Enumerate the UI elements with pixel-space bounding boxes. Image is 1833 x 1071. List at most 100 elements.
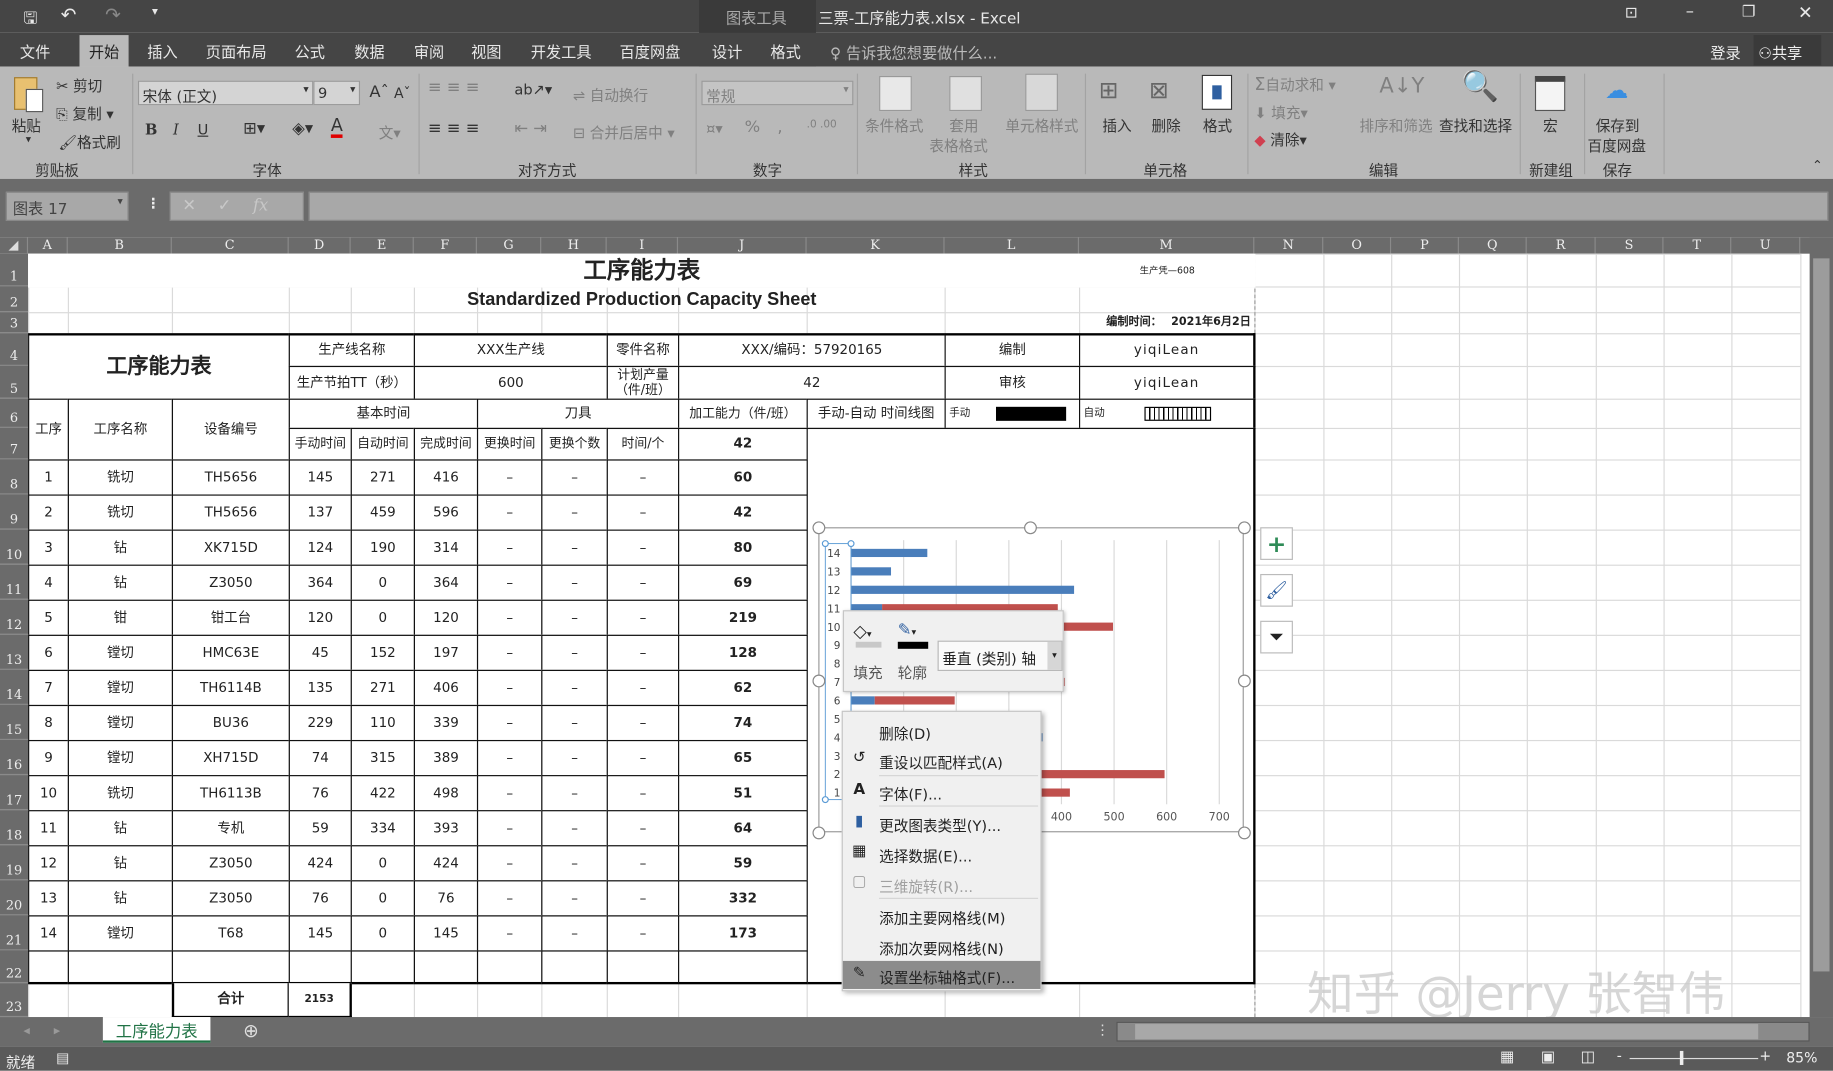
- save-icon[interactable]: 🖫: [23, 6, 37, 34]
- insert-function-button[interactable]: fx: [253, 196, 268, 215]
- table-format-icon[interactable]: [949, 75, 982, 112]
- row-header-14[interactable]: 14: [0, 669, 29, 705]
- close-icon[interactable]: ✕: [1798, 2, 1813, 23]
- resize-handle[interactable]: [1237, 825, 1251, 839]
- paste-button[interactable]: 粘贴: [12, 113, 41, 135]
- name-box[interactable]: 图表 17 ▾: [5, 191, 129, 221]
- row-header-20[interactable]: 20: [0, 880, 29, 916]
- row-header-10[interactable]: 10: [0, 529, 29, 565]
- column-header-N[interactable]: N: [1254, 237, 1324, 254]
- context-menu-item[interactable]: ↺ 重设以匹配样式(A): [843, 746, 1041, 774]
- column-header-O[interactable]: O: [1323, 237, 1392, 254]
- insert-cells-icon[interactable]: ⊞: [1099, 76, 1119, 104]
- tab-2[interactable]: 插入: [147, 40, 177, 62]
- tab-7[interactable]: 视图: [471, 40, 501, 62]
- align-left-icon[interactable]: ≡ ≡ ≡: [428, 119, 480, 138]
- table-format-button-line2[interactable]: 表格格式: [929, 133, 987, 155]
- cell-styles-icon[interactable]: [1025, 73, 1058, 112]
- macro-button[interactable]: 宏: [1543, 113, 1558, 135]
- redo-icon[interactable]: ↷: [105, 4, 121, 26]
- column-header-B[interactable]: B: [68, 237, 172, 254]
- outline-button[interactable]: ✎▾: [897, 621, 935, 649]
- resize-handle[interactable]: [811, 825, 825, 839]
- currency-icon[interactable]: ¤▾: [706, 119, 723, 137]
- column-header-F[interactable]: F: [414, 237, 477, 254]
- column-header-P[interactable]: P: [1391, 237, 1459, 254]
- autosum-button[interactable]: Σ自动求和 ▾: [1254, 72, 1336, 95]
- shrink-font-icon[interactable]: Aˇ: [394, 85, 411, 101]
- resize-handle[interactable]: [1237, 520, 1251, 534]
- horizontal-scrollbar[interactable]: [1116, 1021, 1810, 1042]
- align-top-icon[interactable]: ≡ ≡ ≡: [428, 78, 480, 97]
- clear-button[interactable]: ◆ 清除▾: [1254, 127, 1306, 149]
- row-header-1[interactable]: 1: [0, 253, 29, 287]
- add-sheet-icon[interactable]: ⊕: [243, 1019, 259, 1041]
- cut-button[interactable]: ✂ 剪切: [56, 74, 102, 96]
- tab-5[interactable]: 数据: [354, 40, 384, 62]
- zoom-level[interactable]: 85%: [1786, 1050, 1817, 1066]
- zoom-out-button[interactable]: -: [1617, 1047, 1622, 1063]
- context-menu-item[interactable]: 删除(D): [843, 717, 1041, 745]
- zoom-slider-thumb[interactable]: [1679, 1050, 1684, 1065]
- indent-icon[interactable]: ⇤ ⇥: [514, 119, 547, 138]
- tab-4[interactable]: 公式: [295, 40, 325, 62]
- percent-button[interactable]: %: [745, 118, 761, 137]
- row-header-5[interactable]: 5: [0, 365, 29, 399]
- save-baidu-button-line2[interactable]: 百度网盘: [1588, 133, 1646, 155]
- grow-font-icon[interactable]: Aˆ: [369, 83, 388, 102]
- fill-button[interactable]: ◇▾: [853, 621, 890, 649]
- zoom-slider[interactable]: [1629, 1057, 1759, 1060]
- bold-button[interactable]: B: [145, 120, 157, 138]
- tab-10[interactable]: 设计: [712, 40, 742, 62]
- column-header-G[interactable]: G: [477, 237, 542, 254]
- customize-toolbar-icon[interactable]: ▾: [152, 6, 158, 19]
- ribbon-display-icon[interactable]: ⊡: [1625, 5, 1638, 23]
- chart-filters-button[interactable]: ⏷: [1260, 620, 1293, 654]
- tab-0[interactable]: 文件: [20, 40, 50, 62]
- resize-handle[interactable]: [1023, 520, 1037, 534]
- splitter-icon[interactable]: ⋮: [1095, 1022, 1109, 1038]
- row-header-4[interactable]: 4: [0, 333, 29, 366]
- magnifier-icon[interactable]: 🔍: [1461, 69, 1499, 104]
- tab-9[interactable]: 百度网盘: [620, 40, 681, 62]
- comma-button[interactable]: ,: [777, 118, 782, 137]
- paste-icon[interactable]: [12, 72, 47, 114]
- orientation-icon[interactable]: ab↗▾: [514, 81, 552, 99]
- login-link[interactable]: 登录: [1710, 41, 1740, 64]
- chart-styles-button[interactable]: 🖌: [1260, 573, 1293, 607]
- tab-scroll-right-icon[interactable]: ▸: [54, 1023, 60, 1038]
- enter-icon[interactable]: ✓: [218, 196, 232, 215]
- cancel-icon[interactable]: ✕: [182, 196, 196, 215]
- column-header-H[interactable]: H: [541, 237, 607, 254]
- number-format-select[interactable]: 常规 ▾: [701, 80, 854, 106]
- fill-button[interactable]: ⬇ 填充▾: [1254, 101, 1308, 123]
- decimal-icon[interactable]: .0 .00: [807, 119, 837, 131]
- format-cells-icon[interactable]: [1201, 74, 1233, 110]
- row-header-3[interactable]: 3: [0, 312, 29, 334]
- baidu-cloud-icon[interactable]: ☁: [1605, 76, 1628, 104]
- page-layout-view-icon[interactable]: ▣: [1541, 1049, 1555, 1067]
- macro-record-icon[interactable]: ▤: [56, 1050, 69, 1066]
- tab-8[interactable]: 开发工具: [531, 40, 592, 62]
- undo-icon[interactable]: ↶: [61, 4, 77, 26]
- font-name-select[interactable]: 宋体 (正文) ▾: [137, 80, 314, 106]
- vertical-scrollbar[interactable]: [1809, 237, 1833, 1018]
- horizontal-scroll-thumb[interactable]: [1135, 1024, 1759, 1040]
- macro-icon[interactable]: [1534, 75, 1566, 112]
- minimize-icon[interactable]: –: [1686, 2, 1694, 21]
- paste-dropdown-icon[interactable]: ▾: [26, 134, 31, 146]
- row-header-12[interactable]: 12: [0, 599, 29, 635]
- collapse-ribbon-icon[interactable]: ⌃: [1812, 158, 1823, 173]
- copy-button[interactable]: ⎘ 复制 ▾: [56, 102, 114, 124]
- conditional-format-button[interactable]: 条件格式: [865, 113, 923, 135]
- insert-button[interactable]: 插入: [1102, 113, 1131, 135]
- resize-handle[interactable]: [811, 520, 825, 534]
- context-menu-item[interactable]: ▦ 选择数据(E)...: [843, 839, 1041, 867]
- find-select-button[interactable]: 查找和选择: [1439, 113, 1512, 135]
- row-header-8[interactable]: 8: [0, 459, 29, 495]
- row-header-6[interactable]: 6: [0, 398, 29, 428]
- row-header-19[interactable]: 19: [0, 845, 29, 881]
- column-header-L[interactable]: L: [945, 237, 1079, 254]
- underline-button[interactable]: U: [198, 120, 209, 138]
- row-header-9[interactable]: 9: [0, 494, 29, 530]
